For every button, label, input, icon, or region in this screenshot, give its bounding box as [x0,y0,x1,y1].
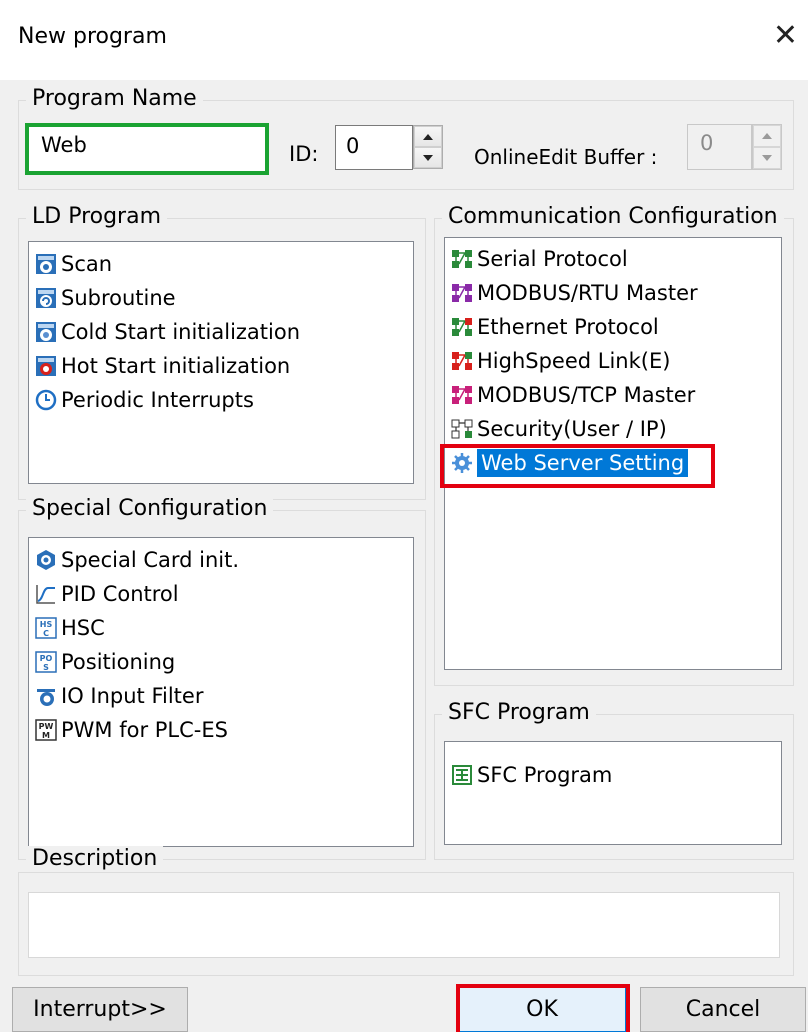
program-name-value: Web [41,133,87,157]
hot-start-icon [35,355,57,377]
list-item-label: HSC [61,616,105,640]
onlineedit-buffer-spinner[interactable] [752,124,782,170]
arrow-up-icon [423,133,433,140]
list-item-cold-start[interactable]: Cold Start initialization [35,315,300,349]
web-server-setting-highlight [440,444,715,488]
list-item-label: IO Input Filter [61,684,204,708]
ok-button-highlight [456,984,630,1032]
id-label: ID: [289,142,319,166]
svg-text:M: M [42,731,50,740]
list-item-label: HighSpeed Link(E) [477,349,671,373]
io-filter-icon [35,685,57,707]
list-item-periodic-interrupts[interactable]: Periodic Interrupts [35,383,254,417]
list-item-label: Ethernet Protocol [477,315,659,339]
title-bar: New program ✕ [0,0,808,80]
pwm-icon: PW M [35,719,57,741]
list-item-highspeed-link[interactable]: HighSpeed Link(E) [451,344,670,378]
positioning-icon: PO S [35,651,57,673]
hsc-icon: HS C [35,617,57,639]
list-item-label: MODBUS/TCP Master [477,383,696,407]
program-name-input[interactable]: Web [25,123,269,175]
list-item-serial-protocol[interactable]: Serial Protocol [451,242,628,276]
arrow-down-icon [423,154,433,161]
list-item-hsc[interactable]: HS C HSC [35,611,105,645]
special-configuration-list: Special Card init. PID Control HS C HSC P… [28,537,414,847]
list-item-subroutine[interactable]: Subroutine [35,281,176,315]
close-icon[interactable]: ✕ [773,16,798,56]
description-textarea[interactable] [28,892,780,958]
onlineedit-buffer-input[interactable]: 0 [687,124,752,170]
scan-icon [35,253,57,275]
list-item-label: Cold Start initialization [61,320,301,344]
svg-text:HS: HS [40,620,53,629]
communication-configuration-legend: Communication Configuration [442,204,784,229]
list-item-pwm[interactable]: PW M PWM for PLC-ES [35,713,228,747]
id-spin-down-button[interactable] [414,147,442,168]
ld-program-legend: LD Program [26,204,168,229]
list-item-label: Serial Protocol [477,247,628,271]
cancel-button[interactable]: Cancel [640,987,806,1032]
svg-text:PW: PW [39,722,54,731]
id-input[interactable]: 0 [335,125,413,170]
sfc-program-legend: SFC Program [442,700,596,725]
list-item-scan[interactable]: Scan [35,247,112,281]
program-name-legend: Program Name [26,86,203,111]
list-item-hot-start[interactable]: Hot Start initialization [35,349,290,383]
sfc-icon [451,764,473,786]
special-card-icon [35,549,57,571]
list-item-io-input-filter[interactable]: IO Input Filter [35,679,203,713]
arrow-up-icon [762,133,772,139]
list-item-label: PID Control [61,582,179,606]
list-item-label: Periodic Interrupts [61,388,254,412]
window-title: New program [18,24,167,49]
subroutine-icon [35,287,57,309]
list-item-special-card-init[interactable]: Special Card init. [35,543,239,577]
interrupt-button[interactable]: Interrupt>> [12,987,188,1032]
list-item-label: Positioning [61,650,176,674]
list-item-label: Hot Start initialization [61,354,291,378]
list-item-label: SFC Program [477,763,613,787]
list-item-label: Scan [61,252,113,276]
onlineedit-buffer-label: OnlineEdit Buffer : [474,145,658,169]
sfc-program-list: SFC Program [444,741,782,845]
id-spin-up-button[interactable] [414,126,442,147]
list-item-sfc-program[interactable]: SFC Program [451,758,612,792]
list-item-label: Subroutine [61,286,176,310]
interrupt-button-label: Interrupt>> [33,997,167,1022]
list-item-pid-control[interactable]: PID Control [35,577,179,611]
svg-text:S: S [43,663,49,672]
buffer-spin-down-button[interactable] [753,147,781,169]
highspeed-link-network-icon [451,350,473,372]
list-item-security[interactable]: Security(User / IP) [451,412,667,446]
list-item-label: PWM for PLC-ES [61,718,228,742]
cancel-button-label: Cancel [685,997,761,1022]
list-item-label: Security(User / IP) [477,417,667,441]
svg-text:C: C [43,629,49,638]
id-spinner[interactable] [413,125,443,169]
cold-start-icon [35,321,57,343]
list-item-positioning[interactable]: PO S Positioning [35,645,175,679]
description-legend: Description [26,846,164,871]
buffer-spin-up-button[interactable] [753,125,781,147]
id-value: 0 [346,134,360,158]
security-network-icon [451,418,473,440]
list-item-modbus-rtu-master[interactable]: MODBUS/RTU Master [451,276,698,310]
arrow-down-icon [762,155,772,161]
list-item-label: Special Card init. [61,548,240,572]
serial-network-icon [451,248,473,270]
modbus-tcp-network-icon [451,384,473,406]
clock-icon [35,389,57,411]
list-item-modbus-tcp-master[interactable]: MODBUS/TCP Master [451,378,695,412]
ld-program-list: Scan Subroutine Cold Start initializatio… [28,241,414,484]
modbus-rtu-network-icon [451,282,473,304]
list-item-label: MODBUS/RTU Master [477,281,698,305]
list-item-ethernet-protocol[interactable]: Ethernet Protocol [451,310,659,344]
special-configuration-legend: Special Configuration [26,496,274,521]
pid-graph-icon [35,583,57,605]
ethernet-network-icon [451,316,473,338]
onlineedit-buffer-value: 0 [700,131,714,155]
svg-text:PO: PO [40,654,53,663]
